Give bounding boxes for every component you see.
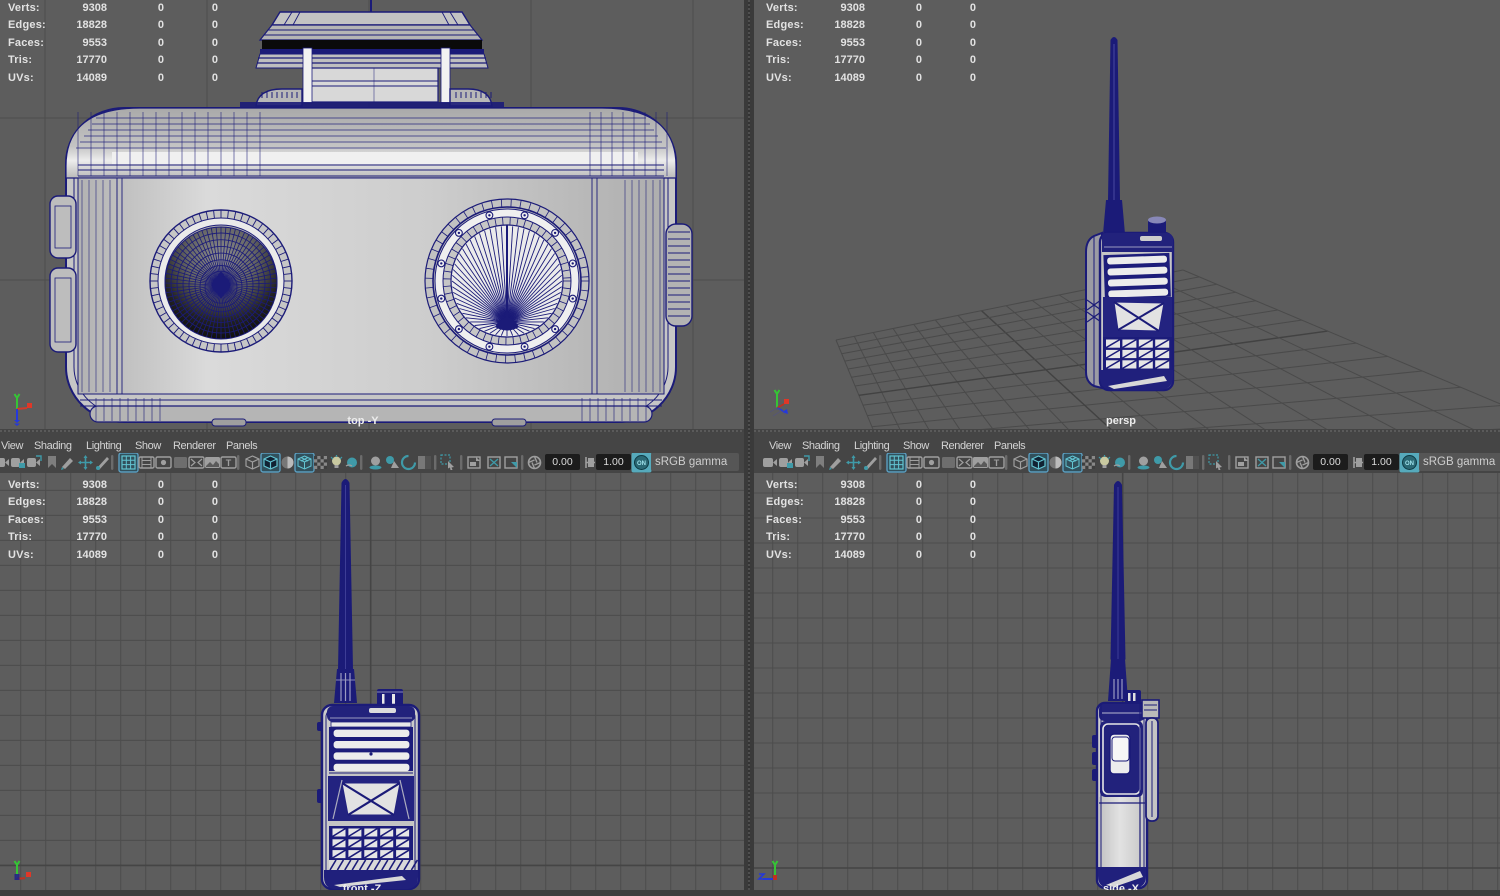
svg-text:T: T bbox=[226, 458, 232, 468]
svg-text:T: T bbox=[994, 458, 1000, 468]
svg-text:ON: ON bbox=[1405, 461, 1414, 467]
svg-text:ON: ON bbox=[637, 461, 646, 467]
